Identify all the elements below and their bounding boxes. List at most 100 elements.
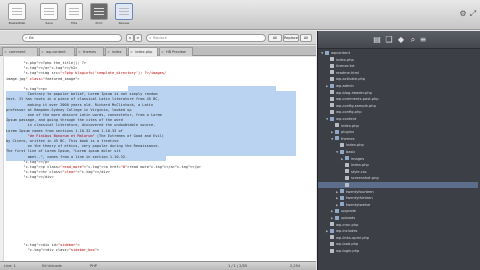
sidebar-item-label: wp-links-opml.php: [336, 235, 370, 240]
close-icon[interactable]: ×: [41, 48, 44, 56]
sidebar-file-item[interactable]: index.php: [318, 162, 478, 168]
folder-icon: [340, 202, 344, 207]
sidebar-item-label: wp-config-sample.php: [336, 103, 376, 108]
close-icon[interactable]: ×: [4, 48, 7, 56]
sidebar-folder-item[interactable]: ▶ wp-includes: [318, 228, 478, 234]
sidebar-file-item[interactable]: style.css: [318, 169, 478, 175]
sidebar-item-label: screenshot.png: [351, 176, 379, 181]
expand-icon[interactable]: ⤢: [468, 9, 478, 19]
sidebar-folder-item[interactable]: ▶ twentythirteen: [318, 195, 478, 201]
tab-hb-preview[interactable]: × HB Preview: [159, 47, 193, 56]
title-button[interactable]: Title: [63, 3, 85, 27]
save-button[interactable]: Save: [38, 3, 60, 27]
sidebar-file-item[interactable]: index.php: [318, 142, 478, 148]
sidebar-folder-item[interactable]: ▶ images: [318, 156, 478, 162]
sidebar-file-item[interactable]: wp-links-opml.php: [318, 235, 478, 241]
print-button[interactable]: Print: [88, 3, 110, 27]
bookmark-icon[interactable]: ❑: [384, 35, 394, 45]
sidebar-file-item[interactable]: license.txt: [318, 63, 478, 69]
code-line[interactable]: "c-tag"><div class="sidebar_box">: [6, 248, 99, 253]
folder-icon: [330, 228, 334, 233]
find-next-button[interactable]: >: [134, 34, 142, 42]
sidebar-file-item[interactable]: wp-config.php: [318, 109, 478, 115]
sidebar-file-item[interactable]: wp-cron.php: [318, 222, 478, 228]
sidebar-file-item[interactable]: wp-config-sample.php: [318, 103, 478, 109]
sidebar-folder-item[interactable]: ▶ plugins: [318, 129, 478, 135]
files-icon[interactable]: ▤: [372, 35, 382, 45]
sidebar-folder-item[interactable]: ▶ wp-admin: [318, 83, 478, 89]
sidebar-folder-item[interactable]: ▼ themes: [318, 136, 478, 142]
file-icon: [330, 76, 334, 81]
sidebar-item-label: wp-config.php: [336, 110, 362, 115]
gear-icon[interactable]: ⚙: [458, 9, 468, 19]
find-previous-button[interactable]: <: [126, 34, 134, 42]
code-line[interactable]: image.jpg" class="featured_image">: [6, 77, 80, 82]
code-editor[interactable]: "c-php"><?php the_title(); ?> "c-tag"></…: [0, 57, 316, 261]
sidebar-file-item[interactable]: wp-blog-header.php: [318, 90, 478, 96]
tab-bar: × comment × wp-content × themes × index × ind…: [0, 46, 316, 56]
file-icon: [330, 70, 334, 75]
sidebar-item-label: style.css: [351, 169, 367, 174]
sidebar-folder-item[interactable]: ▼ basic: [318, 149, 478, 155]
file-icon: [340, 142, 344, 147]
basketweb-button[interactable]: BasketWeb: [6, 3, 28, 27]
code-line[interactable]: "c-tag"></div>: [6, 175, 53, 180]
replace-all-button[interactable]: All: [300, 34, 312, 42]
sidebar-file-item[interactable]: wp-comments-post.php: [318, 96, 478, 102]
sidebar-item-label: index.php: [346, 143, 364, 148]
sidebar-folder-item[interactable]: ▶ uploads: [318, 215, 478, 221]
tab-wp-content[interactable]: × wp-content: [39, 47, 75, 56]
search-icon: ⌕: [149, 35, 152, 40]
file-icon: [330, 109, 334, 114]
sidebar-folder-item[interactable]: ▼ wp-content: [318, 116, 478, 122]
find-all-button[interactable]: All: [268, 34, 282, 42]
status-encoding[interactable]: Ed Unicode: [42, 262, 62, 270]
find-field[interactable]: ⌕ Ed: [22, 34, 122, 42]
document-icon: [65, 3, 83, 20]
file-icon: [345, 175, 349, 180]
find-field-value: Ed: [29, 36, 34, 40]
close-icon[interactable]: ×: [130, 48, 133, 56]
folder-icon: [335, 215, 339, 220]
find-bar: ⌕ Ed < > ⌕ Replace All Replace All: [0, 31, 316, 45]
tab-comment[interactable]: × comment: [2, 47, 38, 56]
sidebar-item-label: wp-activate.php: [336, 77, 366, 82]
tab-index[interactable]: × index: [105, 47, 127, 56]
sidebar-folder-item[interactable]: ▶ twentyfourteen: [318, 189, 478, 195]
replace-button[interactable]: Replace: [283, 34, 299, 42]
status-language[interactable]: PHP: [90, 262, 97, 270]
main-toolbar: BasketWeb Save Title Print Review ⚙ ⤢: [0, 0, 480, 30]
sidebar-file-item[interactable]: index.php: [318, 57, 478, 63]
sidebar-file-item[interactable]: wp-load.php: [318, 241, 478, 247]
app-icon: [8, 3, 26, 20]
sidebar-file-item[interactable]: index.php: [318, 123, 478, 129]
review-button[interactable]: Review: [113, 3, 135, 27]
search-icon[interactable]: ⌕: [408, 35, 418, 45]
menu-icon[interactable]: ≡: [418, 35, 428, 45]
close-icon[interactable]: ×: [107, 48, 110, 56]
sidebar-folder-item[interactable]: ▼ wpcontent: [318, 50, 478, 56]
tab-label: index: [112, 50, 122, 54]
status-line: Line: 1: [4, 264, 16, 268]
file-icon: [330, 235, 334, 240]
toolbar-button-label: Save: [45, 21, 53, 25]
close-icon[interactable]: ×: [78, 48, 81, 56]
replace-field[interactable]: ⌕ Replace: [146, 34, 266, 42]
sidebar-item-label: wp-login.php: [336, 249, 360, 253]
tab-themes[interactable]: × themes: [76, 47, 104, 56]
sidebar-folder-item[interactable]: ▶ upgrade: [318, 208, 478, 214]
sidebar-item-label: uploads: [341, 216, 356, 220]
file-icon: [330, 96, 334, 101]
sidebar-file-item[interactable]: readme.html: [318, 70, 478, 76]
symbols-icon[interactable]: ◆: [396, 35, 406, 45]
document-icon: [115, 3, 133, 20]
sidebar-file-item[interactable]: wp-login.php: [318, 248, 478, 254]
sidebar-folder-item[interactable]: ▶ twentytwelve: [318, 202, 478, 208]
sidebar-file-item[interactable]: [318, 182, 478, 188]
sidebar-item-label: wpcontent: [331, 51, 350, 55]
sidebar-item-label: wp-cron.php: [336, 222, 359, 227]
sidebar-file-item[interactable]: screenshot.png: [318, 175, 478, 181]
close-icon[interactable]: ×: [161, 48, 164, 56]
sidebar-file-item[interactable]: wp-activate.php: [318, 76, 478, 82]
tab-index-php[interactable]: × index.php: [128, 47, 158, 56]
